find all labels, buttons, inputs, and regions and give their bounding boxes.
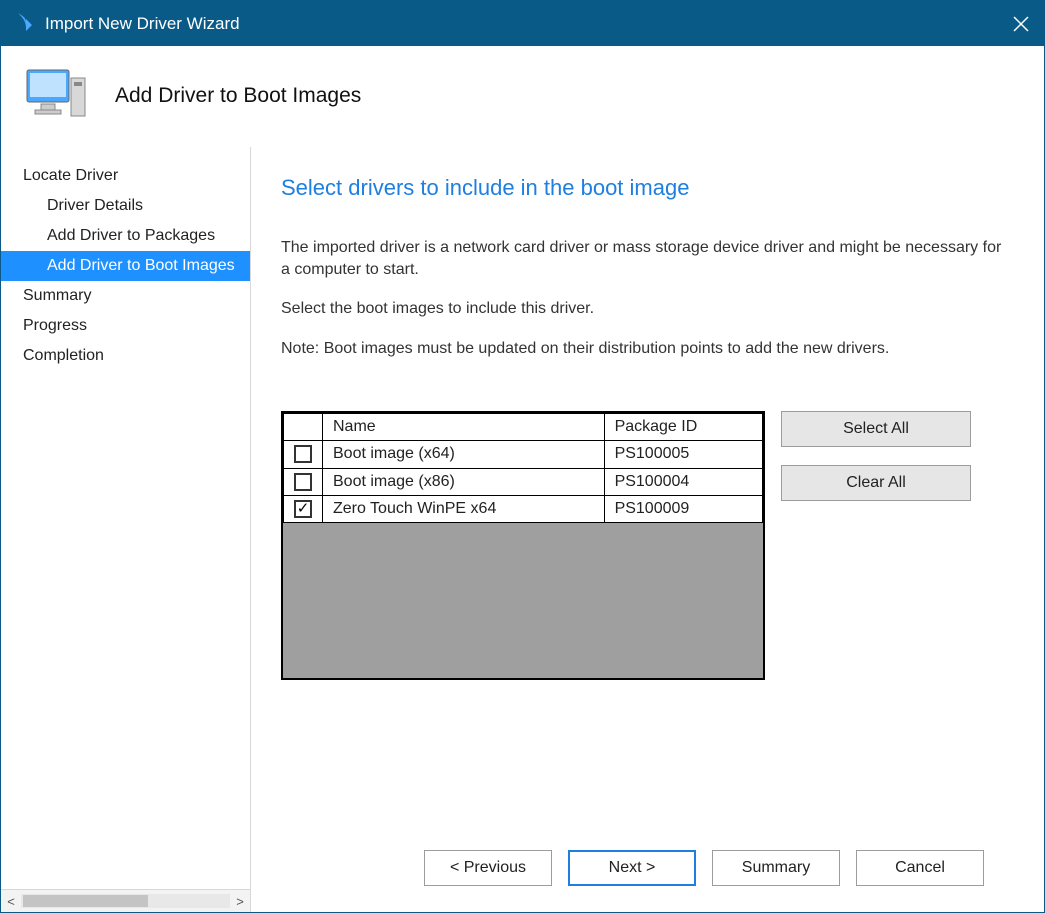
sidebar-list: Locate DriverDriver DetailsAdd Driver to… [1, 161, 250, 889]
scroll-right-icon[interactable]: > [230, 894, 250, 909]
instructions: The imported driver is a network card dr… [281, 237, 1014, 377]
main-panel: Select drivers to include in the boot im… [251, 147, 1044, 912]
sidebar-item[interactable]: Completion [1, 341, 250, 371]
wizard-body: Locate DriverDriver DetailsAdd Driver to… [1, 146, 1044, 912]
column-package-id[interactable]: Package ID [604, 414, 762, 441]
instruction-text: Note: Boot images must be updated on the… [281, 338, 1014, 360]
sidebar-item[interactable]: Summary [1, 281, 250, 311]
clear-all-button[interactable]: Clear All [781, 465, 971, 501]
column-name[interactable]: Name [323, 414, 605, 441]
row-name: Boot image (x86) [323, 468, 605, 495]
table-area: Name Package ID Boot image (x64)PS100005… [281, 411, 1014, 680]
sidebar-item[interactable]: Add Driver to Packages [1, 221, 250, 251]
previous-button[interactable]: < Previous [424, 850, 552, 886]
row-name: Boot image (x64) [323, 441, 605, 468]
row-name: Zero Touch WinPE x64 [323, 495, 605, 522]
instruction-text: Select the boot images to include this d… [281, 298, 1014, 320]
page-header-title: Add Driver to Boot Images [115, 84, 361, 108]
instruction-text: The imported driver is a network card dr… [281, 237, 1014, 280]
boot-image-grid: Name Package ID Boot image (x64)PS100005… [281, 411, 765, 680]
row-package-id: PS100009 [604, 495, 762, 522]
row-package-id: PS100004 [604, 468, 762, 495]
row-checkbox-cell[interactable] [284, 468, 323, 495]
cancel-button[interactable]: Cancel [856, 850, 984, 886]
scroll-thumb[interactable] [23, 895, 148, 907]
wizard-arrow-icon [15, 11, 35, 36]
column-checkbox [284, 414, 323, 441]
row-checkbox-cell[interactable] [284, 441, 323, 468]
monitor-icon [25, 64, 89, 128]
wizard-footer: < Previous Next > Summary Cancel [281, 828, 1014, 912]
select-all-button[interactable]: Select All [781, 411, 971, 447]
sidebar-item[interactable]: Progress [1, 311, 250, 341]
sidebar: Locate DriverDriver DetailsAdd Driver to… [1, 147, 251, 912]
table-row[interactable]: Boot image (x64)PS100005 [284, 441, 763, 468]
checkbox-icon[interactable] [294, 500, 312, 518]
close-button[interactable] [1012, 15, 1030, 33]
next-button[interactable]: Next > [568, 850, 696, 886]
wizard-header: Add Driver to Boot Images [1, 46, 1044, 146]
scroll-track[interactable] [21, 894, 230, 908]
wizard-window: Import New Driver Wizard Add Driver to B… [0, 0, 1045, 913]
table-row[interactable]: Zero Touch WinPE x64PS100009 [284, 495, 763, 522]
page-title: Select drivers to include in the boot im… [281, 175, 1014, 201]
checkbox-icon[interactable] [294, 473, 312, 491]
scroll-left-icon[interactable]: < [1, 894, 21, 909]
sidebar-item[interactable]: Driver Details [1, 191, 250, 221]
side-buttons: Select All Clear All [781, 411, 971, 680]
table-row[interactable]: Boot image (x86)PS100004 [284, 468, 763, 495]
titlebar: Import New Driver Wizard [1, 1, 1044, 46]
row-checkbox-cell[interactable] [284, 495, 323, 522]
row-package-id: PS100005 [604, 441, 762, 468]
sidebar-item[interactable]: Add Driver to Boot Images [1, 251, 250, 281]
checkbox-icon[interactable] [294, 445, 312, 463]
sidebar-item[interactable]: Locate Driver [1, 161, 250, 191]
window-title: Import New Driver Wizard [45, 14, 240, 34]
sidebar-scrollbar[interactable]: < > [1, 889, 250, 912]
summary-button[interactable]: Summary [712, 850, 840, 886]
